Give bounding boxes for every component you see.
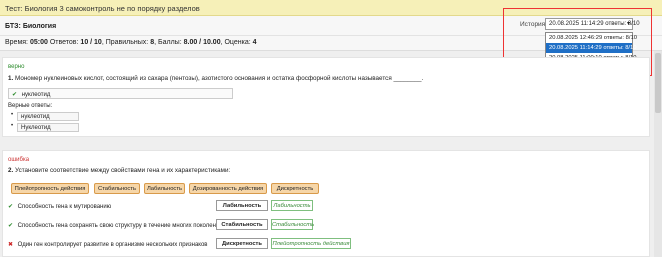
option-tag[interactable]: Плейотропность действия [11, 183, 89, 194]
bts-info: БТЗ: Биология [5, 23, 56, 30]
user-match-box: Дискретность [216, 238, 268, 249]
match-row-text: Способность гена к мутированию [17, 204, 112, 210]
user-answer-box: ✔ нуклеотид [8, 88, 233, 99]
question-text: 2. Установите соответствие между свойств… [8, 167, 230, 174]
correct-count-value: 8 [150, 39, 155, 46]
user-match-box: Стабильность [216, 219, 268, 230]
match-row: ✔ Способность гена сохранять свою структ… [8, 222, 223, 229]
match-row-text: Один ген контролирует развитие в организ… [17, 242, 208, 248]
question-body: Установите соответствие между свойствами… [15, 167, 231, 174]
score-label: Баллы: [158, 39, 182, 46]
bts-label: БТЗ: [5, 23, 21, 30]
correct-count-label: Правильных: [105, 39, 149, 46]
correct-answers-label: Верные ответы: [8, 103, 53, 109]
question-card-1: верно 1. Мономер нуклеиновых кислот, сос… [2, 57, 650, 137]
check-icon: ✔ [12, 92, 18, 98]
check-icon: ✔ [8, 204, 14, 210]
match-row: ✔ Способность гена к мутированию [8, 203, 111, 210]
question-number: 2. [8, 167, 14, 174]
time-value: 05:00 [29, 39, 48, 46]
correct-answer-value: Нуклеотид [17, 123, 79, 132]
answers-label: Ответов: [49, 39, 79, 46]
cross-icon: ✖ [8, 242, 14, 248]
option-tag[interactable]: Лабильность [144, 183, 185, 194]
correct-answer-item: • нуклеотид [11, 112, 79, 121]
bts-value: Биология [22, 23, 57, 30]
user-match-box: Лабильность [216, 200, 268, 211]
option-tag[interactable]: Дозированность действия [189, 183, 267, 194]
grade-value: 4 [252, 39, 257, 46]
grade-label: Оценка: [224, 39, 251, 46]
question-body: Мономер нуклеиновых кислот, состоящий из… [15, 75, 424, 82]
test-title: Тест: Биология 3 самоконтроль не по поря… [5, 4, 200, 13]
option-tag[interactable]: Дискретность [271, 183, 319, 194]
score-value: 8.00 / 10.00 [183, 39, 221, 46]
question-card-2: ошибка 2. Установите соответствие между … [2, 150, 650, 257]
check-icon: ✔ [8, 223, 14, 229]
user-answer: нуклеотид [21, 92, 51, 98]
scrollbar-thumb[interactable] [655, 53, 661, 113]
correct-match-box: Лабильность [271, 200, 313, 211]
correct-answer-item: • Нуклеотид [11, 123, 79, 132]
stats-line: Время: 05:00 Ответов: 10 / 10, Правильны… [5, 39, 257, 46]
answers-value: 10 / 10 [80, 39, 102, 46]
status-correct: верно [8, 64, 25, 70]
correct-answer-value: нуклеотид [17, 112, 79, 121]
bullet-icon: • [11, 112, 14, 118]
correct-match-box: Стабильность [271, 219, 314, 230]
status-error: ошибка [8, 157, 30, 163]
question-text: 1. Мономер нуклеиновых кислот, состоящий… [8, 75, 423, 82]
match-row-text: Способность гена сохранять свою структур… [17, 223, 223, 229]
correct-match-box: Плейотропность действия [271, 238, 351, 249]
match-row: ✖ Один ген контролирует развитие в орган… [8, 241, 208, 248]
scrollbar[interactable] [654, 51, 662, 257]
option-tag[interactable]: Стабильность [94, 183, 140, 194]
bullet-icon: • [11, 123, 14, 129]
question-number: 1. [8, 75, 14, 82]
time-label: Время: [5, 39, 29, 46]
